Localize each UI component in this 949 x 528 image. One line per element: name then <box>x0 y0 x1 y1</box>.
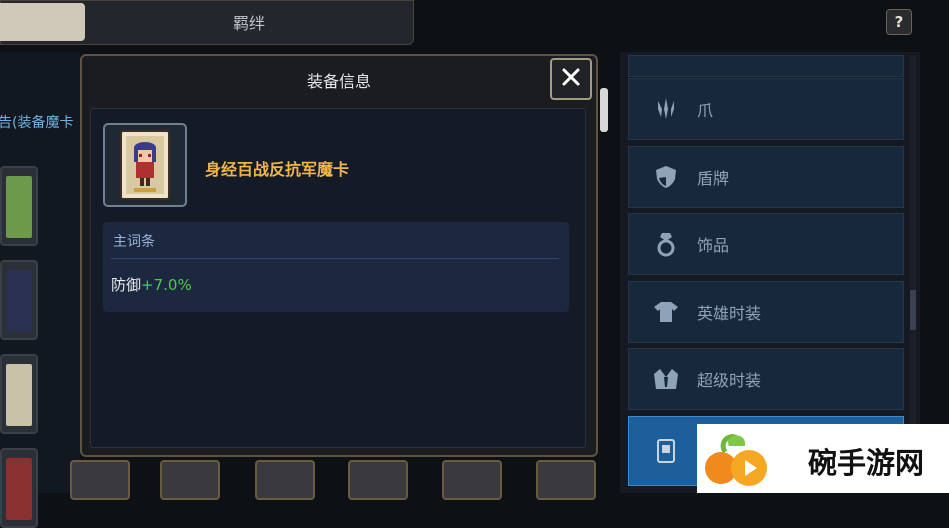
inventory-card[interactable] <box>70 460 130 500</box>
claw-icon <box>651 94 681 124</box>
tab-equipment[interactable] <box>0 3 85 41</box>
main-affix-title: 主词条 <box>113 234 155 250</box>
inventory-card[interactable] <box>0 354 38 434</box>
category-item-super-outfit[interactable]: 超级时装 <box>628 348 904 410</box>
magic-card-image <box>120 130 170 200</box>
inventory-card[interactable] <box>0 448 38 528</box>
inventory-card[interactable] <box>0 260 38 340</box>
inventory-card[interactable] <box>0 166 38 246</box>
category-scrollbar-thumb[interactable] <box>910 290 916 330</box>
affix-value: +7.0% <box>141 276 192 294</box>
main-affix-section <box>103 222 569 312</box>
card-icon <box>651 436 681 466</box>
item-name: 身经百战反抗军魔卡 <box>205 160 350 179</box>
inventory-card[interactable] <box>536 460 596 500</box>
inventory-card[interactable] <box>255 460 315 500</box>
affix-row: 防御+7.0% <box>111 274 192 295</box>
inventory-card[interactable] <box>348 460 408 500</box>
dialog-title: 装备信息 <box>306 72 371 91</box>
dialog-scrollbar[interactable] <box>600 88 608 132</box>
inventory-card[interactable] <box>160 460 220 500</box>
tab-bond[interactable]: 羁绊 <box>85 0 413 44</box>
watermark-text: 碗手游网 <box>808 446 925 480</box>
divider <box>111 258 559 259</box>
watermark-logo <box>705 434 767 486</box>
category-item-partial[interactable] <box>628 55 904 77</box>
affix-stat: 防御 <box>111 276 142 294</box>
shield-icon <box>651 162 681 192</box>
category-item-ring[interactable]: 饰品 <box>628 213 904 275</box>
category-scrollbar[interactable] <box>910 56 916 486</box>
category-item-hero-outfit[interactable]: 英雄时装 <box>628 281 904 343</box>
inventory-card[interactable] <box>442 460 502 500</box>
close-button[interactable] <box>550 58 592 100</box>
category-item-claw[interactable]: 爪 <box>628 78 904 140</box>
shirt-icon <box>651 297 681 327</box>
help-button[interactable]: ? <box>886 9 912 35</box>
suit-icon <box>651 364 681 394</box>
inventory-section-label: 告(装备魔卡 <box>0 115 74 131</box>
category-item-shield[interactable]: 盾牌 <box>628 146 904 208</box>
item-icon-frame <box>103 123 187 207</box>
close-icon <box>561 67 581 91</box>
ring-icon <box>651 229 681 259</box>
